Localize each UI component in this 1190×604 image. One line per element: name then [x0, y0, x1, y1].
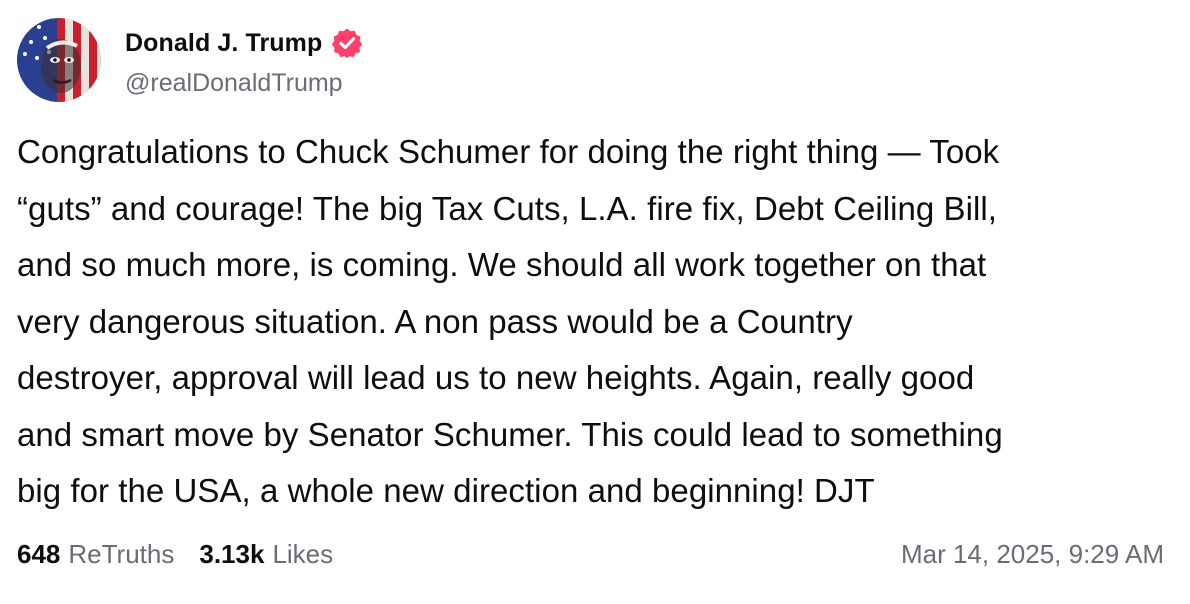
display-name-row: Donald J. Trump	[125, 26, 363, 60]
avatar[interactable]	[17, 18, 101, 102]
post-text-line: big for the USA, a whole new direction a…	[17, 472, 875, 509]
post-card: Donald J. Trump @realDonaldTrump Congrat…	[0, 0, 1190, 604]
handle[interactable]: @realDonaldTrump	[125, 69, 363, 98]
post-text-line: and smart move by Senator Schumer. This …	[17, 415, 1003, 453]
post-text-line: destroyer, approval will lead us to new …	[17, 359, 975, 396]
likes-count: 3.13k	[199, 538, 265, 569]
author-names: Donald J. Trump @realDonaldTrump	[125, 26, 363, 98]
post-text-line: very dangerous situation. A non pass wou…	[17, 302, 853, 340]
retruths-label: ReTruths	[68, 538, 175, 569]
post-text: Congratulations to Chuck Schumer for doi…	[17, 124, 1177, 520]
post-footer: 648 ReTruths 3.13k Likes Mar 14, 2025, 9…	[17, 534, 1164, 574]
verified-badge-icon	[331, 27, 363, 59]
avatar-image	[17, 18, 101, 102]
likes-label: Likes	[272, 538, 334, 569]
post-text-line: and so much more, is coming. We should a…	[17, 246, 987, 283]
post-timestamp[interactable]: Mar 14, 2025, 9:29 AM	[901, 539, 1164, 570]
post-text-line: “guts” and courage! The big Tax Cuts, L.…	[17, 189, 997, 227]
retruths-stat[interactable]: 648 ReTruths	[17, 539, 174, 570]
display-name[interactable]: Donald J. Trump	[125, 29, 322, 58]
post-header: Donald J. Trump @realDonaldTrump	[17, 18, 363, 102]
retruths-count: 648	[17, 538, 61, 569]
post-text-line: Congratulations to Chuck Schumer for doi…	[17, 133, 1000, 170]
likes-stat[interactable]: 3.13k Likes	[199, 539, 333, 570]
